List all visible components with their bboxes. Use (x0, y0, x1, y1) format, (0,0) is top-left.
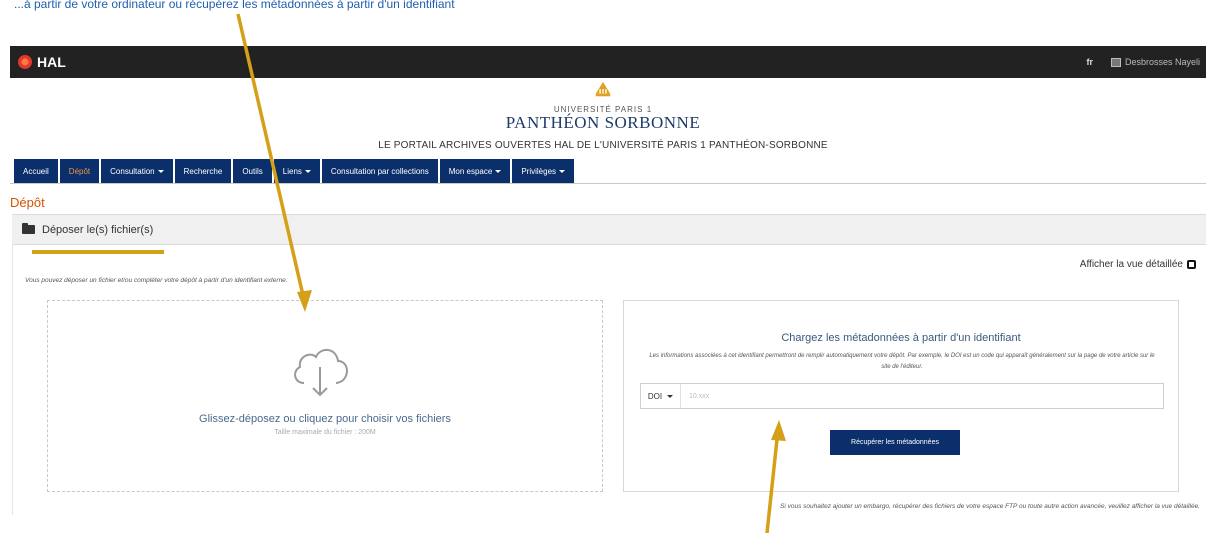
hal-logo-icon (18, 55, 32, 69)
identifier-input[interactable] (681, 384, 1163, 408)
detail-view-toggle[interactable]: Afficher la vue détaillée (1080, 259, 1196, 270)
detail-view-checkbox[interactable] (1187, 260, 1196, 269)
nav-consultation[interactable]: Consultation (101, 159, 173, 183)
nav-outils[interactable]: Outils (233, 159, 272, 183)
nav-mon-espace[interactable]: Mon espace (439, 159, 511, 183)
nav-privileges[interactable]: Privilèges (512, 159, 575, 183)
nav-depot[interactable]: Dépôt (59, 159, 100, 183)
user-name: Desbrosses Nayeli (1124, 57, 1200, 67)
identifier-type-select[interactable]: DOI (641, 384, 681, 408)
annotation-caption: ...à partir de votre ordinateur ou récup… (14, 0, 455, 11)
identifier-type-value: DOI (647, 391, 663, 401)
identifier-row: DOI (640, 383, 1164, 409)
university-brand: UNIVERSITÉ PARIS 1 PANTHÉON SORBONNE (0, 78, 1206, 133)
university-name: PANTHÉON SORBONNE (505, 113, 701, 132)
main-nav: Accueil Dépôt Consultation Recherche Out… (14, 159, 575, 183)
dropzone-label: Glissez-déposez ou cliquez pour choisir … (199, 413, 451, 425)
detail-view-label: Afficher la vue détaillée (1079, 259, 1183, 270)
user-menu[interactable]: Desbrosses Nayeli (1110, 57, 1200, 67)
chevron-down-icon (304, 169, 311, 173)
chevron-down-icon (559, 169, 566, 173)
hal-logo-text: HAL (37, 54, 66, 70)
nav-consultation-collections[interactable]: Consultation par collections (321, 159, 438, 183)
intro-text: Vous pouvez déposer un fichier et/ou com… (25, 277, 288, 284)
top-bar: HAL fr Desbrosses Nayeli (10, 46, 1206, 78)
nav-liens[interactable]: Liens (273, 159, 320, 183)
chevron-down-icon (157, 169, 164, 173)
fetch-metadata-button[interactable]: Récupérer les métadonnées (830, 430, 960, 455)
metadata-title: Chargez les métadonnées à partir d'un id… (781, 332, 1021, 344)
dropzone-max-size: Taille maximale du fichier : 200M (274, 429, 376, 436)
deposit-section-header[interactable]: Déposer le(s) fichier(s) (12, 214, 1206, 245)
nav-recherche[interactable]: Recherche (174, 159, 232, 183)
section-title: Déposer le(s) fichier(s) (42, 223, 154, 236)
deposit-panel: Afficher la vue détaillée Vous pouvez dé… (12, 245, 1206, 515)
pantheon-crest-icon (595, 81, 611, 97)
user-card-icon (1110, 57, 1121, 67)
hal-logo[interactable]: HAL (18, 54, 66, 70)
chevron-down-icon (495, 169, 502, 173)
page-title: Dépôt (10, 195, 45, 210)
file-dropzone[interactable]: Glissez-déposez ou cliquez pour choisir … (47, 300, 603, 492)
nav-divider (10, 183, 1206, 184)
advanced-options-note: Si vous souhaitez ajouter un embargo, ré… (780, 503, 1200, 510)
nav-accueil[interactable]: Accueil (14, 159, 58, 183)
language-selector[interactable]: fr (1086, 57, 1093, 67)
top-bar-right: fr Desbrosses Nayeli (1086, 57, 1200, 67)
metadata-description: Les informations associées à cet identif… (649, 353, 1155, 370)
cloud-download-icon (294, 349, 348, 397)
folder-open-icon (22, 223, 35, 234)
portal-title: LE PORTAIL ARCHIVES OUVERTES HAL DE L'UN… (378, 140, 828, 151)
chevron-down-icon (667, 394, 674, 398)
metadata-panel: Chargez les métadonnées à partir d'un id… (623, 300, 1179, 492)
